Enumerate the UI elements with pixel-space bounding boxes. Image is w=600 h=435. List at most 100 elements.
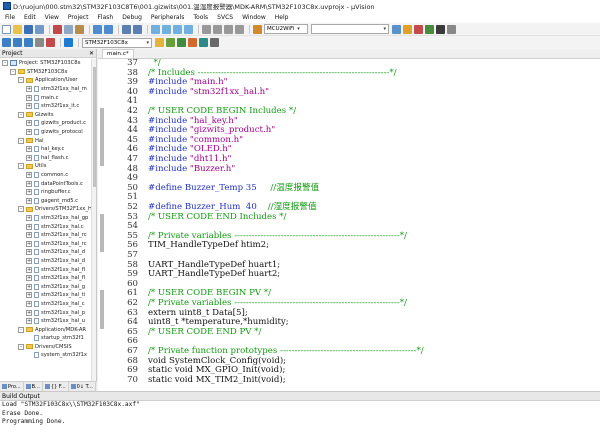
pane-tab[interactable]: 0↓ T... (69, 382, 96, 391)
expand-icon[interactable]: + (26, 318, 32, 325)
expand-icon[interactable]: + (26, 266, 32, 273)
next-bookmark-icon[interactable] (173, 24, 182, 34)
menu-help[interactable]: Help (275, 14, 289, 21)
menu-svcs[interactable]: SVCS (217, 14, 233, 21)
tree-item[interactable]: + gizwits_protocol (0, 128, 92, 137)
collapse-icon[interactable]: - (18, 326, 24, 333)
menu-view[interactable]: View (45, 14, 59, 21)
tree-item[interactable]: + stm32f1xx_hal_g (0, 282, 92, 291)
tree-item[interactable]: - Drivers/STM32F1xx_H (0, 205, 92, 214)
clear-bookmarks-icon[interactable] (184, 24, 193, 34)
menu-tools[interactable]: Tools (193, 14, 208, 21)
pane-tab[interactable]: B... (24, 382, 43, 391)
save-icon[interactable] (24, 24, 33, 34)
tree-item[interactable]: - Application/MDK-AR (0, 325, 92, 334)
pack-installer-icon[interactable] (199, 38, 208, 47)
tree-item[interactable]: + gizwits_product.c (0, 119, 92, 128)
tree-item[interactable]: + gagent_md5.c (0, 197, 92, 206)
pane-close-icon[interactable]: ✕ (89, 50, 94, 57)
configure-icon[interactable] (447, 24, 456, 34)
copy-icon[interactable] (64, 24, 73, 34)
tree-item[interactable]: - Project: STM32F103C8x (0, 59, 92, 68)
comment-icon[interactable] (224, 24, 233, 34)
translate-icon[interactable] (2, 38, 11, 47)
collapse-icon[interactable]: - (18, 343, 24, 350)
cut-icon[interactable] (53, 24, 62, 34)
menu-project[interactable]: Project (68, 14, 89, 21)
tree-item[interactable]: + stm32f1xx_hal_rc (0, 239, 92, 248)
tree-item[interactable]: + ringbuffer.c (0, 188, 92, 197)
target-options-icon[interactable] (155, 38, 164, 47)
nav-forward-icon[interactable] (133, 24, 142, 34)
expand-icon[interactable]: + (26, 154, 32, 161)
tree-item[interactable]: + stm32f1xx_hal_d (0, 257, 92, 266)
expand-icon[interactable]: + (26, 189, 32, 196)
tree-item[interactable]: system_stm32f1x (0, 351, 92, 360)
pane-tab[interactable]: Pro... (0, 382, 24, 391)
batch-build-icon[interactable] (35, 38, 44, 47)
build-icon[interactable] (13, 38, 22, 47)
expand-icon[interactable]: + (26, 214, 32, 221)
expand-icon[interactable]: + (26, 309, 32, 316)
expand-icon[interactable]: + (26, 249, 32, 256)
tree-item[interactable]: + stm32f1xx_hal_d (0, 248, 92, 257)
menu-peripherals[interactable]: Peripherals (151, 14, 184, 21)
expand-icon[interactable]: + (26, 300, 32, 307)
collapse-icon[interactable]: - (18, 137, 24, 144)
manage-project-icon[interactable] (166, 38, 175, 47)
window-layout-icon[interactable] (436, 24, 445, 34)
collapse-icon[interactable]: - (18, 206, 24, 213)
tree-item[interactable]: + dataPointTools.c (0, 179, 92, 188)
expand-icon[interactable]: + (26, 103, 32, 110)
rebuild-icon[interactable] (24, 38, 33, 47)
expand-icon[interactable]: + (26, 232, 32, 239)
collapse-icon[interactable]: - (2, 60, 8, 67)
device-combo[interactable]: MCU2WiFi ▾ (264, 24, 308, 34)
expand-icon[interactable]: + (26, 197, 32, 204)
download-icon[interactable] (64, 38, 73, 47)
expand-icon[interactable]: + (26, 292, 32, 299)
menu-window[interactable]: Window (242, 14, 266, 21)
menu-edit[interactable]: Edit (24, 14, 36, 21)
pane-tab[interactable]: {} F... (43, 382, 69, 391)
tree-item[interactable]: + stm32f1xx_hal_p (0, 308, 92, 317)
collapse-icon[interactable]: - (18, 111, 24, 118)
run-icon[interactable] (425, 24, 434, 34)
expand-icon[interactable]: + (26, 257, 32, 264)
find-icon[interactable] (392, 24, 401, 34)
tree-item[interactable]: - Utils (0, 162, 92, 171)
expand-icon[interactable]: + (26, 146, 32, 153)
tree-item[interactable]: - Hal (0, 136, 92, 145)
tree-item[interactable]: + stm32f1xx_hal.c (0, 222, 92, 231)
tree-item[interactable]: + stm32f1xx_hal_u (0, 317, 92, 326)
expand-icon[interactable]: + (26, 120, 32, 127)
menu-flash[interactable]: Flash (97, 14, 113, 21)
debug-start-icon[interactable] (414, 24, 423, 34)
expand-icon[interactable]: + (26, 172, 32, 179)
layout-icon[interactable] (210, 38, 219, 47)
tree-item[interactable]: - Drivers/CMSIS (0, 343, 92, 352)
expand-icon[interactable]: + (26, 240, 32, 247)
tree-item[interactable]: + main.c (0, 93, 92, 102)
menu-debug[interactable]: Debug (122, 14, 142, 21)
scrollbar-thumb[interactable] (93, 67, 96, 187)
flash-download-icon[interactable] (253, 24, 262, 34)
collapse-icon[interactable]: - (18, 163, 24, 170)
tree-item[interactable]: + common.c (0, 171, 92, 180)
tree-item[interactable]: + stm32f1xx_hal_ti (0, 291, 92, 300)
undo-icon[interactable] (93, 24, 102, 34)
prev-bookmark-icon[interactable] (162, 24, 171, 34)
build-output-text[interactable]: Load "STM32F103C8x\\STM32F103C8x.axf" Era… (0, 401, 600, 427)
code-view[interactable]: 37 */38/* Includes ---------------------… (98, 59, 600, 391)
tree-item[interactable]: + stm32f1xx_hal_rc (0, 231, 92, 240)
expand-icon[interactable]: + (26, 94, 32, 101)
tree-item[interactable]: + stm32f1xx_hal_fl (0, 265, 92, 274)
expand-icon[interactable]: + (26, 129, 32, 136)
expand-icon[interactable]: + (26, 283, 32, 290)
stop-build-icon[interactable] (46, 38, 55, 47)
tree-item[interactable]: + hal_key.c (0, 145, 92, 154)
tree-item[interactable]: - Application/User (0, 76, 92, 85)
expand-icon[interactable]: + (26, 275, 32, 282)
tree-item[interactable]: - STM32F103C8x (0, 68, 92, 77)
paste-icon[interactable] (75, 24, 84, 34)
